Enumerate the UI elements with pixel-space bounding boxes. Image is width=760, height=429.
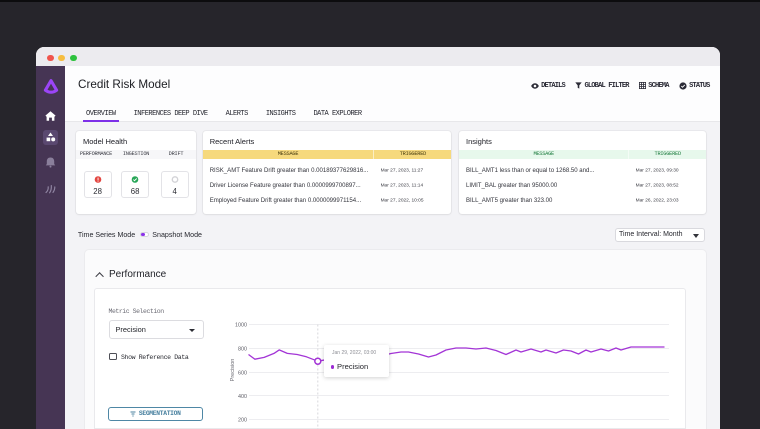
svg-text:1000: 1000 [235, 323, 247, 329]
svg-text:400: 400 [238, 394, 247, 400]
svg-text:200: 200 [238, 417, 247, 423]
svg-text:800: 800 [238, 346, 247, 352]
svg-text:600: 600 [238, 370, 247, 376]
svg-text:Precision: Precision [230, 359, 236, 382]
